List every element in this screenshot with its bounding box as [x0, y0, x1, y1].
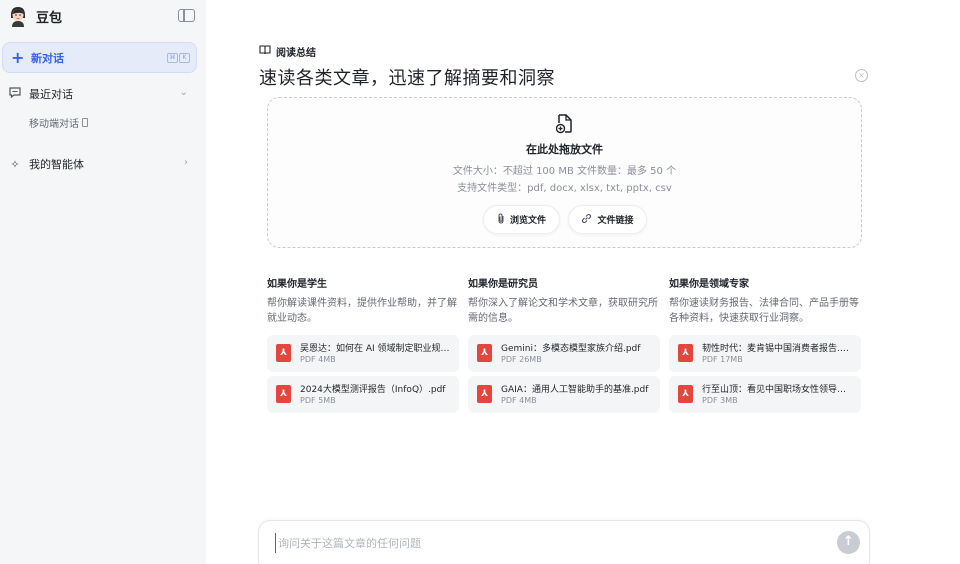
browse-files-label: 浏览文件: [509, 216, 546, 226]
pdf-file-icon: ⅄: [678, 344, 693, 362]
file-name: Gemini：多模态模型家族介绍.pdf: [501, 344, 641, 354]
feature-tag-label: 阅读总结: [276, 48, 316, 59]
sparkle-icon: ✧: [10, 157, 20, 171]
mobile-icon: [82, 118, 88, 127]
new-chat-button[interactable]: + 新对话 ⌘ K: [2, 42, 197, 73]
file-size: PDF 5MB: [300, 396, 336, 405]
new-chat-label: 新对话: [31, 51, 64, 65]
sample-file-card[interactable]: ⅄ 2024大模型测评报告（InfoQ）.pdf PDF 5MB: [267, 376, 459, 413]
pdf-file-icon: ⅄: [276, 385, 291, 403]
pdf-file-icon: ⅄: [276, 344, 291, 362]
my-agents-label: 我的智能体: [29, 158, 84, 171]
sample-file-card[interactable]: ⅄ 韧性时代：麦肯锡中国消费者报告.pdf PDF 17MB: [669, 335, 861, 372]
main-content: 阅读总结 速读各类文章，迅速了解摘要和洞察 × 在此处拖放文件 文件大小：不超过…: [206, 0, 960, 564]
sample-file-card[interactable]: ⅄ GAIA：通用人工智能助手的基准.pdf PDF 4MB: [468, 376, 660, 413]
feature-tag: 阅读总结: [259, 44, 316, 59]
persona-desc: 帮你深入了解论文和学术文章，获取研究所需的信息。: [468, 298, 658, 324]
file-name: 行至山顶：看见中国职场女性领导力.pdf: [702, 385, 854, 395]
persona-title: 如果你是学生: [267, 279, 327, 290]
brand-name: 豆包: [36, 10, 63, 26]
sample-file-card[interactable]: ⅄ 行至山顶：看见中国职场女性领导力.pdf PDF 3MB: [669, 376, 861, 413]
file-size: PDF 26MB: [501, 355, 542, 364]
chevron-right-icon: ›: [184, 157, 188, 168]
recent-chat-item[interactable]: 移动端对话: [29, 115, 88, 130]
sidebar: 豆包 + 新对话 ⌘ K 最近对话 ⌄ 移动端对话 ✧ 我的智能体 ›: [0, 0, 206, 564]
persona-researcher: 如果你是研究员 帮你深入了解论文和学术文章，获取研究所需的信息。: [468, 275, 658, 326]
persona-expert: 如果你是领域专家 帮你速读财务报告、法律合同、产品手册等各种资料，快速获取行业洞…: [669, 275, 859, 326]
plus-icon: +: [11, 47, 25, 67]
avatar: [8, 5, 28, 27]
paperclip-icon: [497, 212, 505, 227]
page-title: 速读各类文章，迅速了解摘要和洞察: [259, 68, 555, 89]
sample-file-card[interactable]: ⅄ Gemini：多模态模型家族介绍.pdf PDF 26MB: [468, 335, 660, 372]
file-link-button[interactable]: 文件链接: [568, 205, 647, 234]
file-size: PDF 4MB: [300, 355, 336, 364]
my-agents-item[interactable]: ✧ 我的智能体 ›: [8, 153, 192, 175]
pdf-file-icon: ⅄: [477, 385, 492, 403]
chat-bubble-icon: [8, 87, 22, 101]
close-icon[interactable]: ×: [855, 69, 868, 82]
dropzone-title: 在此处拖放文件: [526, 143, 603, 156]
file-size: PDF 3MB: [702, 396, 738, 405]
persona-student: 如果你是学生 帮你解读课件资料，提供作业帮助，并了解就业动态。: [267, 275, 457, 326]
file-name: GAIA：通用人工智能助手的基准.pdf: [501, 385, 649, 395]
file-size: PDF 17MB: [702, 355, 743, 364]
file-name: 韧性时代：麦肯锡中国消费者报告.pdf: [702, 344, 854, 354]
link-icon: [581, 213, 592, 227]
file-dropzone[interactable]: 在此处拖放文件 文件大小：不超过 100 MB 文件数量：最多 50 个 支持文…: [267, 97, 862, 248]
book-icon: [259, 45, 271, 58]
dropzone-limits: 文件大小：不超过 100 MB 文件数量：最多 50 个: [452, 166, 677, 177]
file-upload-icon: [555, 114, 573, 134]
chevron-down-icon: ⌄: [179, 87, 188, 98]
k-key-icon: K: [179, 53, 190, 63]
arrow-up-icon[interactable]: ↑: [837, 531, 860, 554]
persona-title: 如果你是领域专家: [669, 279, 749, 290]
file-name: 吴恩达：如何在 AI 领域制定职业规划.pdf: [300, 344, 452, 354]
sidebar-toggle-icon[interactable]: [178, 9, 195, 22]
sample-file-card[interactable]: ⅄ 吴恩达：如何在 AI 领域制定职业规划.pdf PDF 4MB: [267, 335, 459, 372]
brand[interactable]: 豆包: [8, 5, 62, 27]
recent-chats-toggle[interactable]: 最近对话 ⌄: [8, 83, 192, 105]
command-key-icon: ⌘: [167, 53, 178, 63]
persona-desc: 帮你解读课件资料，提供作业帮助，并了解就业动态。: [267, 298, 457, 324]
recent-chat-label: 移动端对话: [29, 119, 79, 130]
chat-input-box: ↑: [258, 520, 870, 564]
pdf-file-icon: ⅄: [477, 344, 492, 362]
recent-chats-label: 最近对话: [29, 88, 73, 101]
file-size: PDF 4MB: [501, 396, 537, 405]
file-link-label: 文件链接: [597, 216, 634, 226]
browse-files-button[interactable]: 浏览文件: [483, 205, 560, 234]
persona-desc: 帮你速读财务报告、法律合同、产品手册等各种资料，快速获取行业洞察。: [669, 298, 859, 324]
pdf-file-icon: ⅄: [678, 385, 693, 403]
dropzone-types: 支持文件类型：pdf, docx, xlsx, txt, pptx, csv: [457, 183, 672, 194]
file-name: 2024大模型测评报告（InfoQ）.pdf: [300, 385, 446, 395]
persona-title: 如果你是研究员: [468, 279, 538, 290]
question-input[interactable]: [275, 533, 815, 553]
shortcut-hint: ⌘ K: [167, 53, 190, 63]
